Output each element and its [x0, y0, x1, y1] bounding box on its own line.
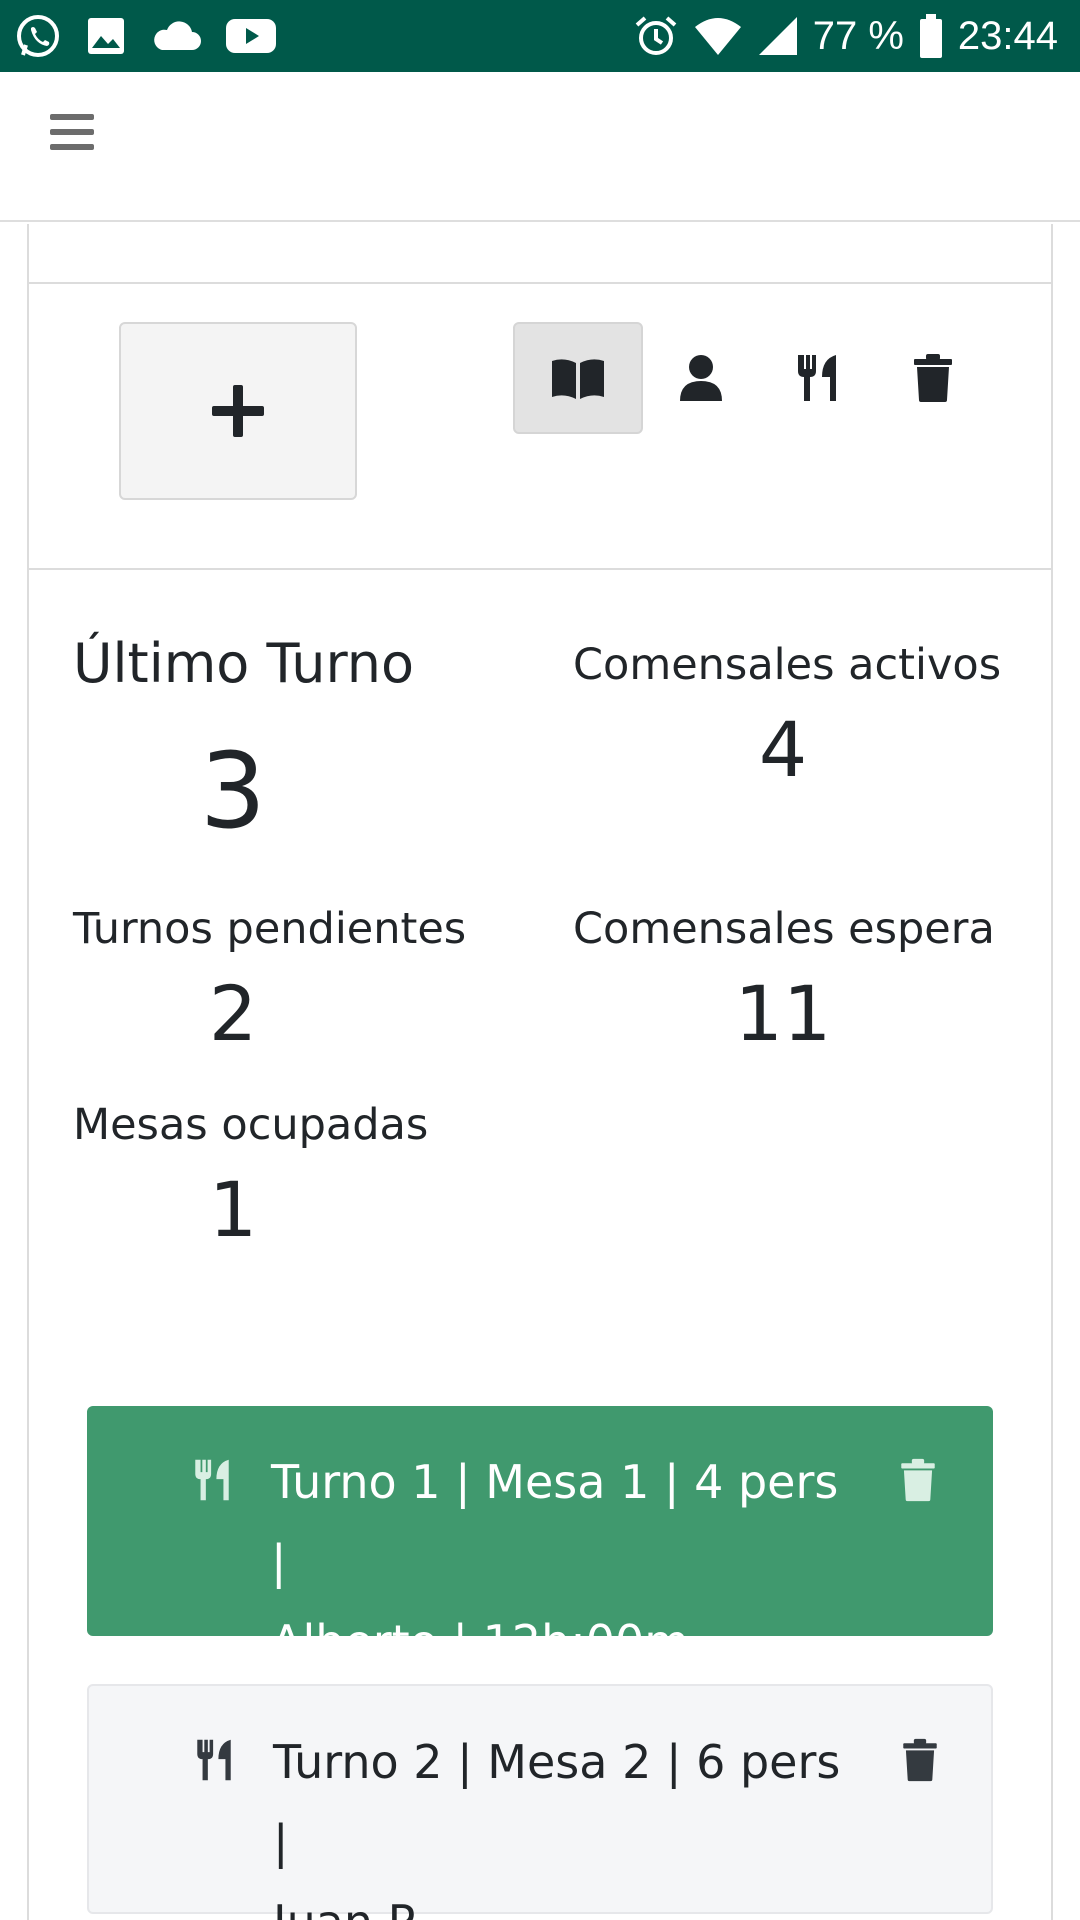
book-icon [552, 359, 604, 399]
battery-icon [919, 14, 942, 58]
trash-icon[interactable] [899, 1458, 937, 1502]
stat-turnos-pendientes: Turnos pendientes 2 [73, 904, 467, 1058]
utensils-icon [197, 1739, 231, 1781]
add-turno-button[interactable] [119, 322, 357, 500]
utensils-icon [195, 1459, 229, 1501]
user-icon [680, 355, 722, 401]
divider [29, 568, 1051, 570]
plus-icon [212, 385, 264, 437]
trash-icon[interactable] [901, 1738, 939, 1782]
view-toolbar [513, 322, 991, 434]
battery-percent: 77 % [812, 13, 904, 58]
utensils-icon [798, 355, 836, 401]
turno-line-1: Turno 2 | Mesa 2 | 6 pers | [273, 1735, 841, 1869]
stat-ultimo-turno: Último Turno 3 [73, 632, 415, 852]
app-bar [0, 72, 1080, 222]
turno-line-2: Alberto | 12h:00m [271, 1615, 690, 1669]
stat-label: Comensales espera [573, 904, 995, 954]
stat-value: 11 [734, 969, 832, 1058]
trash-view-button[interactable] [875, 322, 991, 434]
stat-value: 4 [758, 705, 808, 794]
stat-value: 1 [208, 1165, 258, 1254]
turno-text: Turno 2 | Mesa 2 | 6 pers | Juan P. [273, 1722, 853, 1920]
divider [29, 282, 1051, 284]
stat-label: Último Turno [73, 632, 415, 695]
stat-value: 3 [199, 730, 267, 852]
stat-comensales-espera: Comensales espera 11 [573, 904, 995, 1058]
alarm-icon [635, 16, 677, 55]
turno-text: Turno 1 | Mesa 1 | 4 pers | Alberto | 12… [271, 1442, 851, 1682]
utensils-view-button[interactable] [759, 322, 875, 434]
user-view-button[interactable] [643, 322, 759, 434]
stat-label: Comensales activos [573, 640, 1002, 690]
gallery-icon [88, 18, 124, 54]
stat-label: Turnos pendientes [73, 904, 467, 954]
turno-line-2: Juan P. [273, 1882, 853, 1920]
wifi-icon [694, 18, 741, 55]
stat-mesas-ocupadas: Mesas ocupadas 1 [73, 1100, 429, 1254]
whatsapp-icon [17, 15, 59, 57]
hamburger-menu-icon[interactable] [50, 114, 94, 154]
book-view-button[interactable] [513, 322, 643, 434]
stat-comensales-activos: Comensales activos 4 [573, 640, 1002, 794]
youtube-icon [226, 19, 276, 53]
status-bar: 77 % 23:44 [0, 0, 1080, 72]
clock: 23:44 [957, 13, 1058, 58]
turno-line-1: Turno 1 | Mesa 1 | 4 pers | [271, 1455, 839, 1589]
cloud-icon [154, 21, 201, 50]
turno-item[interactable]: Turno 1 | Mesa 1 | 4 pers | Alberto | 12… [87, 1406, 993, 1669]
stat-value: 2 [208, 969, 258, 1058]
stat-label: Mesas ocupadas [73, 1100, 429, 1150]
trash-icon [914, 354, 952, 402]
turno-item[interactable]: Turno 2 | Mesa 2 | 6 pers | Juan P. [87, 1684, 993, 1920]
signal-icon [758, 17, 797, 55]
